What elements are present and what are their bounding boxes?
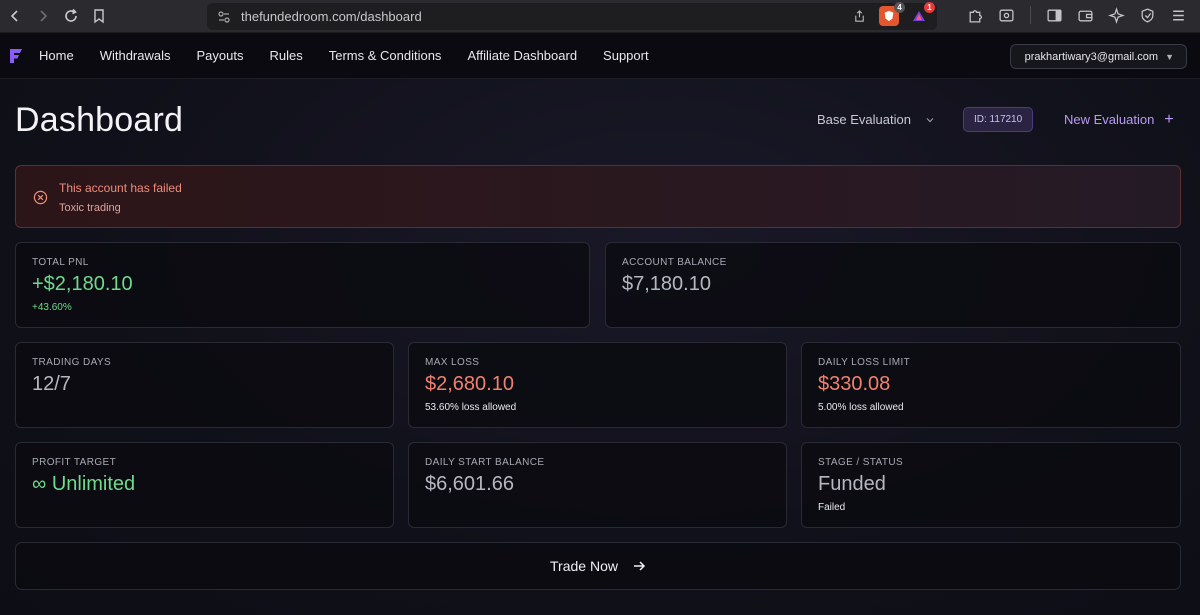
max-loss-value: $2,680.10: [425, 373, 514, 395]
daily-loss-limit-card: DAILY LOSS LIMIT $330.08 5.00% loss allo…: [801, 342, 1181, 428]
main-nav: Home Withdrawals Payouts Rules Terms & C…: [39, 48, 675, 63]
account-id-badge: ID: 117210: [963, 107, 1034, 132]
address-bar[interactable]: thefundedroom.com/dashboard 4 1: [207, 2, 937, 30]
bookmark-icon[interactable]: [86, 3, 112, 29]
nav-payouts[interactable]: Payouts: [196, 48, 243, 63]
toolbar-divider: [1030, 6, 1031, 24]
browser-toolbar: thefundedroom.com/dashboard 4 1: [0, 0, 1200, 33]
forward-icon[interactable]: [30, 3, 56, 29]
site-settings-icon[interactable]: [217, 10, 231, 24]
total-pnl-card: TOTAL PNL +$2,180.10 +43.60%: [15, 242, 590, 328]
max-loss-label: MAX LOSS: [425, 357, 480, 368]
extensions-icon[interactable]: [966, 6, 985, 25]
daily-loss-limit-value: $330.08: [818, 373, 891, 395]
nav-home[interactable]: Home: [39, 48, 74, 63]
x-circle-icon: [33, 190, 48, 205]
plus-icon: +: [1164, 110, 1174, 128]
reload-icon[interactable]: [58, 3, 84, 29]
page-title: Dashboard: [15, 101, 184, 139]
stage-value: Funded: [818, 473, 886, 495]
profit-target-card: PROFIT TARGET ∞ Unlimited: [15, 442, 394, 528]
stage-status-label: STAGE / STATUS: [818, 457, 904, 468]
reader-icon[interactable]: [997, 6, 1016, 25]
profit-target-value: ∞ Unlimited: [32, 473, 136, 495]
trade-now-label: Trade Now: [550, 558, 618, 574]
evaluation-select-label: Base Evaluation: [817, 112, 911, 127]
daily-loss-limit-label: DAILY LOSS LIMIT: [818, 357, 911, 368]
new-evaluation-label: New Evaluation: [1064, 112, 1155, 127]
dashboard-main: Dashboard Base Evaluation ID: 117210 New…: [0, 79, 1200, 615]
account-failed-alert: This account has failed Toxic trading: [15, 165, 1181, 228]
menu-icon[interactable]: [1169, 6, 1188, 25]
user-email: prakhartiwary3@gmail.com: [1024, 50, 1159, 63]
arrow-right-icon: [632, 559, 646, 573]
user-account-button[interactable]: prakhartiwary3@gmail.com ▼: [1009, 44, 1187, 69]
total-pnl-percent: +43.60%: [32, 302, 72, 313]
share-icon[interactable]: [849, 6, 869, 26]
app-header: Home Withdrawals Payouts Rules Terms & C…: [0, 33, 1200, 79]
sidebar-icon[interactable]: [1045, 6, 1064, 25]
alert-title: This account has failed: [59, 181, 182, 195]
total-pnl-value: +$2,180.10: [32, 273, 133, 295]
leo-ai-icon[interactable]: [1107, 6, 1126, 25]
rewards-badge-count: 1: [924, 2, 935, 13]
nav-affiliate-dashboard[interactable]: Affiliate Dashboard: [467, 48, 577, 63]
vpn-shield-icon[interactable]: [1138, 6, 1157, 25]
account-balance-label: ACCOUNT BALANCE: [622, 257, 727, 268]
brave-shield-icon[interactable]: 4: [879, 2, 905, 26]
daily-start-balance-value: $6,601.66: [425, 473, 514, 495]
chevron-down-icon: [925, 115, 935, 125]
new-evaluation-button[interactable]: New Evaluation +: [1064, 110, 1174, 128]
trading-days-value: 12/7: [32, 373, 71, 395]
daily-start-balance-label: DAILY START BALANCE: [425, 457, 545, 468]
daily-loss-allowed: 5.00% loss allowed: [818, 402, 904, 413]
stage-status-card: STAGE / STATUS Funded Failed: [801, 442, 1181, 528]
caret-down-icon: ▼: [1165, 51, 1174, 62]
nav-rules[interactable]: Rules: [269, 48, 302, 63]
account-balance-value: $7,180.10: [622, 273, 711, 295]
trading-days-card: TRADING DAYS 12/7: [15, 342, 394, 428]
alert-reason: Toxic trading: [59, 202, 121, 214]
trade-now-button[interactable]: Trade Now: [15, 542, 1181, 590]
nav-withdrawals[interactable]: Withdrawals: [100, 48, 171, 63]
account-balance-card: ACCOUNT BALANCE $7,180.10: [605, 242, 1181, 328]
brave-badge-count: 4: [894, 2, 905, 13]
daily-start-balance-card: DAILY START BALANCE $6,601.66: [408, 442, 787, 528]
nav-terms[interactable]: Terms & Conditions: [329, 48, 442, 63]
total-pnl-label: TOTAL PNL: [32, 257, 89, 268]
max-loss-allowed: 53.60% loss allowed: [425, 402, 517, 413]
browser-actions: [966, 6, 1188, 25]
max-loss-card: MAX LOSS $2,680.10 53.60% loss allowed: [408, 342, 787, 428]
nav-support[interactable]: Support: [603, 48, 649, 63]
trading-days-label: TRADING DAYS: [32, 357, 112, 368]
back-icon[interactable]: [2, 3, 28, 29]
wallet-icon[interactable]: [1076, 6, 1095, 25]
url-text: thefundedroom.com/dashboard: [241, 9, 422, 24]
rewards-icon[interactable]: 1: [909, 2, 935, 26]
funded-room-logo-icon[interactable]: [9, 48, 23, 64]
evaluation-select[interactable]: Base Evaluation: [817, 112, 935, 127]
status-value: Failed: [818, 502, 846, 513]
profit-target-label: PROFIT TARGET: [32, 457, 117, 468]
